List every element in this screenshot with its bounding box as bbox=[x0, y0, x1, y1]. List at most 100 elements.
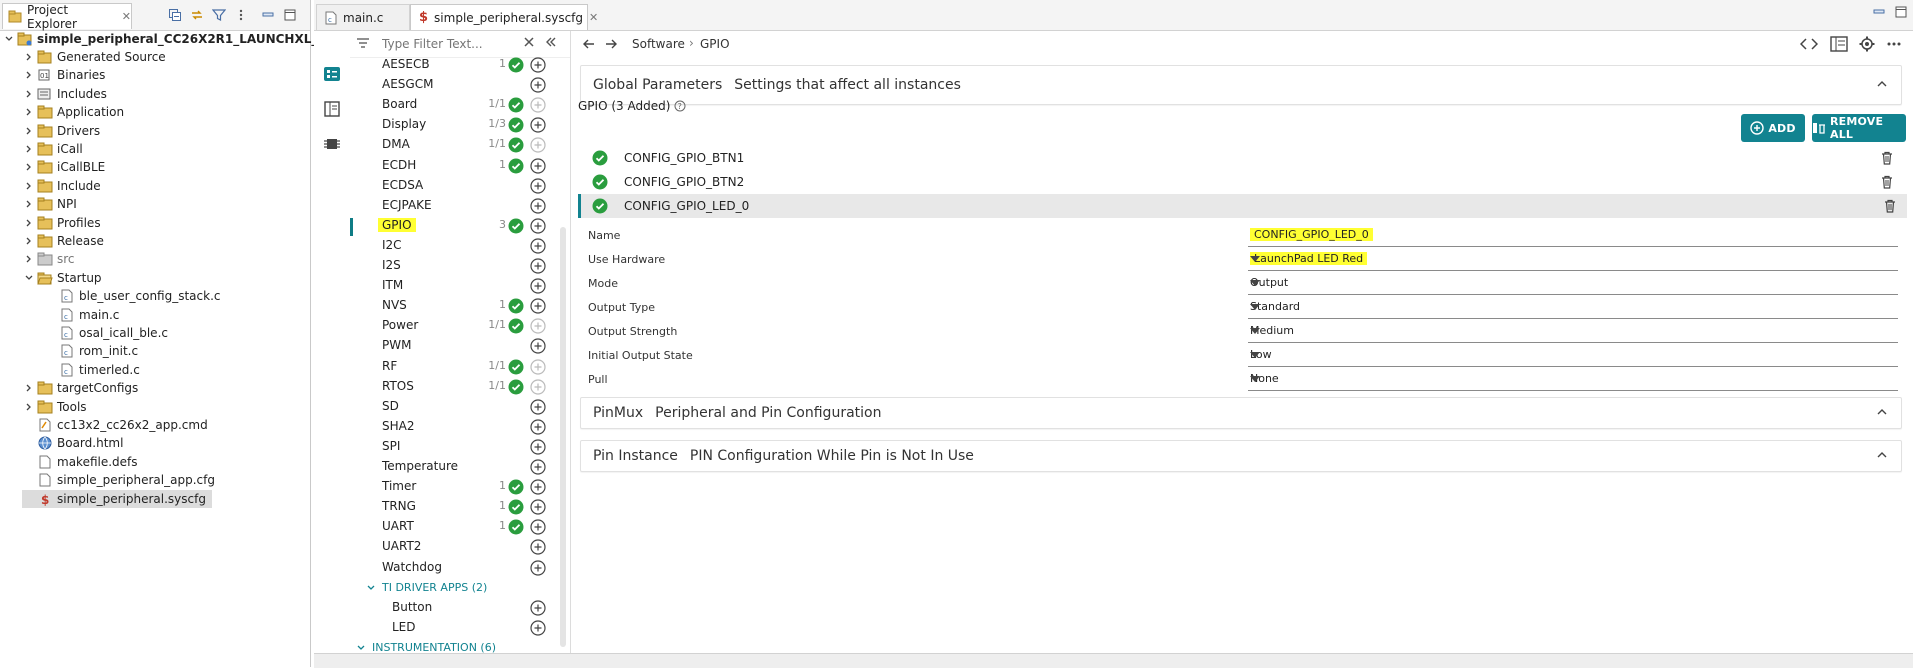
add-module-icon[interactable] bbox=[530, 399, 546, 415]
property-select[interactable]: None bbox=[1248, 368, 1898, 391]
tree-item[interactable]: iCallBLE bbox=[22, 158, 105, 176]
collapse-chevron-icon[interactable] bbox=[22, 236, 36, 246]
pinmux-card[interactable]: PinMux Peripheral and Pin Configuration bbox=[580, 397, 1902, 429]
code-view-icon[interactable] bbox=[1800, 36, 1818, 52]
delete-trash-icon[interactable] bbox=[1883, 199, 1897, 213]
tree-item[interactable]: c rom_init.c bbox=[44, 342, 138, 360]
add-module-icon[interactable] bbox=[530, 57, 546, 73]
module-row-power[interactable]: Power 1/1 bbox=[350, 316, 560, 336]
collapse-chevron-icon[interactable] bbox=[22, 181, 36, 191]
add-module-icon[interactable] bbox=[530, 298, 546, 314]
property-select[interactable]: Standard bbox=[1248, 296, 1898, 319]
link-with-editor-icon[interactable] bbox=[187, 5, 207, 25]
maximize-icon[interactable] bbox=[280, 5, 300, 25]
forward-arrow-icon[interactable] bbox=[604, 37, 618, 51]
module-row-pwm[interactable]: PWM bbox=[350, 336, 560, 356]
breadcrumb-software[interactable]: Software bbox=[632, 37, 685, 51]
collapse-chevron-icon[interactable] bbox=[22, 70, 36, 80]
collapse-chevron-icon[interactable] bbox=[22, 52, 36, 62]
collapse-chevron-icon[interactable] bbox=[22, 199, 36, 209]
add-instance-button[interactable]: ADD bbox=[1741, 114, 1805, 142]
add-module-icon[interactable] bbox=[530, 459, 546, 475]
collapse-chevron-icon[interactable] bbox=[22, 383, 36, 393]
tab-simple-peripheral-syscfg[interactable]: $ simple_peripheral.syscfg ✕ bbox=[410, 4, 598, 30]
device-view-icon[interactable] bbox=[322, 134, 342, 154]
module-row-spi[interactable]: SPI bbox=[350, 437, 560, 457]
group-ti-driver-apps[interactable]: TI DRIVER APPS (2) bbox=[350, 578, 560, 598]
chevron-up-icon[interactable] bbox=[1875, 448, 1889, 462]
add-module-icon[interactable] bbox=[530, 97, 546, 113]
collapse-chevron-icon[interactable] bbox=[22, 89, 36, 99]
add-module-icon[interactable] bbox=[530, 137, 546, 153]
add-module-icon[interactable] bbox=[530, 358, 546, 375]
module-row-dma[interactable]: DMA 1/1 bbox=[350, 135, 560, 155]
module-row-watchdog[interactable]: Watchdog bbox=[350, 558, 560, 578]
tree-item[interactable]: cc13x2_cc26x2_app.cmd bbox=[22, 416, 208, 434]
property-select[interactable]: Output bbox=[1248, 272, 1898, 295]
add-module-icon[interactable] bbox=[530, 77, 546, 93]
maximize-icon[interactable] bbox=[1891, 2, 1911, 22]
tab-main-c[interactable]: c main.c bbox=[316, 4, 410, 30]
collapse-panel-icon[interactable] bbox=[544, 35, 558, 49]
module-row-aesgcm[interactable]: AESGCM bbox=[350, 75, 560, 95]
add-module-icon[interactable] bbox=[530, 539, 546, 555]
minimize-icon[interactable] bbox=[1869, 2, 1889, 22]
add-module-icon[interactable] bbox=[530, 278, 546, 294]
module-row-nvs[interactable]: NVS 1 bbox=[350, 296, 560, 316]
collapse-all-icon[interactable] bbox=[165, 5, 185, 25]
collapse-chevron-icon[interactable] bbox=[22, 144, 36, 154]
module-row-timer[interactable]: Timer 1 bbox=[350, 477, 560, 497]
pin-instance-card[interactable]: Pin Instance PIN Configuration While Pin… bbox=[580, 440, 1902, 472]
add-module-icon[interactable] bbox=[530, 499, 546, 515]
tree-item[interactable]: Profiles bbox=[22, 214, 101, 232]
module-row-ecjpake[interactable]: ECJPAKE bbox=[350, 196, 560, 216]
add-module-icon[interactable] bbox=[530, 338, 546, 354]
module-row-board[interactable]: Board 1/1 bbox=[350, 95, 560, 115]
remove-all-button[interactable]: REMOVE ALL bbox=[1812, 114, 1906, 142]
tree-item[interactable]: c timerled.c bbox=[44, 361, 140, 379]
gpio-instance-row[interactable]: CONFIG_GPIO_BTN2 bbox=[578, 170, 1904, 194]
property-select[interactable]: LaunchPad LED Red bbox=[1248, 248, 1898, 271]
gpio-instance-row[interactable]: CONFIG_GPIO_LED_0 bbox=[578, 194, 1907, 218]
module-row-gpio[interactable]: GPIO 3 bbox=[350, 216, 560, 236]
add-module-icon[interactable] bbox=[530, 600, 546, 616]
project-explorer-tab[interactable]: Project Explorer ✕ bbox=[2, 3, 132, 31]
add-module-icon[interactable] bbox=[530, 479, 546, 495]
add-module-icon[interactable] bbox=[530, 439, 546, 455]
chevron-down-icon[interactable] bbox=[356, 643, 366, 653]
add-module-icon[interactable] bbox=[530, 419, 546, 435]
module-row-sd[interactable]: SD bbox=[350, 397, 560, 417]
module-list-icon[interactable] bbox=[322, 64, 342, 84]
minimize-icon[interactable] bbox=[258, 5, 278, 25]
expand-chevron-icon[interactable] bbox=[22, 273, 36, 283]
add-module-icon[interactable] bbox=[530, 258, 546, 274]
module-row-button[interactable]: Button bbox=[350, 598, 560, 618]
global-parameters-card[interactable]: Global Parameters Settings that affect a… bbox=[580, 65, 1902, 105]
dropdown-caret-icon[interactable] bbox=[1250, 304, 1894, 310]
add-module-icon[interactable] bbox=[530, 198, 546, 214]
module-row-uart2[interactable]: UART2 bbox=[350, 537, 560, 557]
module-row-itm[interactable]: ITM bbox=[350, 276, 560, 296]
chevron-up-icon[interactable] bbox=[1875, 405, 1889, 419]
tree-item[interactable]: makefile.defs bbox=[22, 453, 138, 471]
clear-filter-icon[interactable] bbox=[522, 35, 536, 49]
property-select[interactable]: Medium bbox=[1248, 320, 1898, 343]
view-menu-icon[interactable] bbox=[231, 5, 251, 25]
collapse-chevron-icon[interactable] bbox=[22, 162, 36, 172]
tree-item[interactable]: Startup bbox=[22, 269, 102, 287]
add-module-icon[interactable] bbox=[530, 117, 546, 133]
tree-item[interactable]: Generated Source bbox=[22, 48, 166, 66]
module-row-aesecb[interactable]: AESECB 1 bbox=[350, 55, 560, 75]
filter-icon[interactable] bbox=[209, 5, 229, 25]
tree-item[interactable]: simple_peripheral_app.cfg bbox=[22, 471, 215, 489]
property-input[interactable]: CONFIG_GPIO_LED_0 bbox=[1248, 224, 1898, 247]
add-module-icon[interactable] bbox=[530, 559, 546, 576]
project-root[interactable]: simple_peripheral_CC26X2R1_LAUNCHXL_tirt… bbox=[2, 30, 354, 48]
expand-chevron-icon[interactable] bbox=[2, 34, 16, 44]
tree-item[interactable]: Release bbox=[22, 232, 104, 250]
dropdown-caret-icon[interactable] bbox=[1250, 280, 1894, 286]
tree-item[interactable]: c osal_icall_ble.c bbox=[44, 324, 168, 342]
collapse-chevron-icon[interactable] bbox=[22, 107, 36, 117]
tree-item[interactable]: src bbox=[22, 250, 75, 268]
add-module-icon[interactable] bbox=[530, 238, 546, 254]
